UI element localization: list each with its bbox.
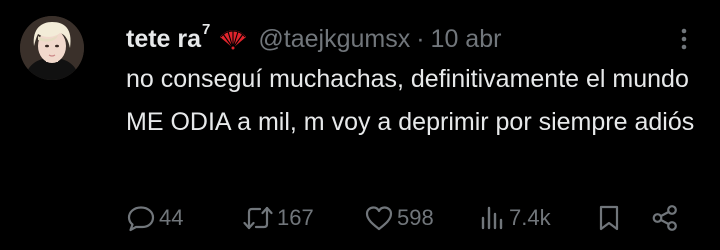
views-count: 7.4k — [509, 205, 551, 230]
heart-icon — [365, 206, 393, 231]
share-button[interactable] — [651, 199, 679, 237]
tweet-date[interactable]: 10 abr — [431, 25, 502, 54]
reply-count: 44 — [159, 205, 184, 230]
bookmark-icon — [599, 205, 619, 231]
share-icon — [652, 205, 677, 231]
more-vertical-icon — [681, 28, 687, 50]
like-count: 598 — [397, 205, 434, 230]
tweet-header: tete ra 7 @taejkgumsx · 10 abr — [126, 20, 502, 56]
name-superscript: 7 — [202, 20, 211, 38]
profile-photo — [20, 16, 84, 80]
separator-dot: · — [416, 24, 425, 53]
bookmark-button[interactable] — [597, 199, 621, 237]
tweet-text: no conseguí muchachas, definitivamente e… — [126, 65, 695, 136]
folding-fan-icon — [220, 30, 247, 50]
display-name[interactable]: tete ra — [126, 25, 201, 54]
views-button[interactable]: 7.4k — [478, 199, 551, 237]
repost-icon — [243, 206, 273, 230]
views-chart-icon — [481, 206, 503, 230]
repost-count: 167 — [277, 205, 314, 230]
reply-icon — [127, 206, 155, 232]
like-button[interactable]: 598 — [364, 199, 434, 237]
repost-button[interactable]: 167 — [242, 199, 314, 237]
reply-button[interactable]: 44 — [126, 199, 183, 237]
more-options-button[interactable] — [670, 22, 698, 56]
avatar[interactable] — [20, 16, 84, 80]
user-handle[interactable]: @taejkgumsx — [258, 25, 410, 54]
